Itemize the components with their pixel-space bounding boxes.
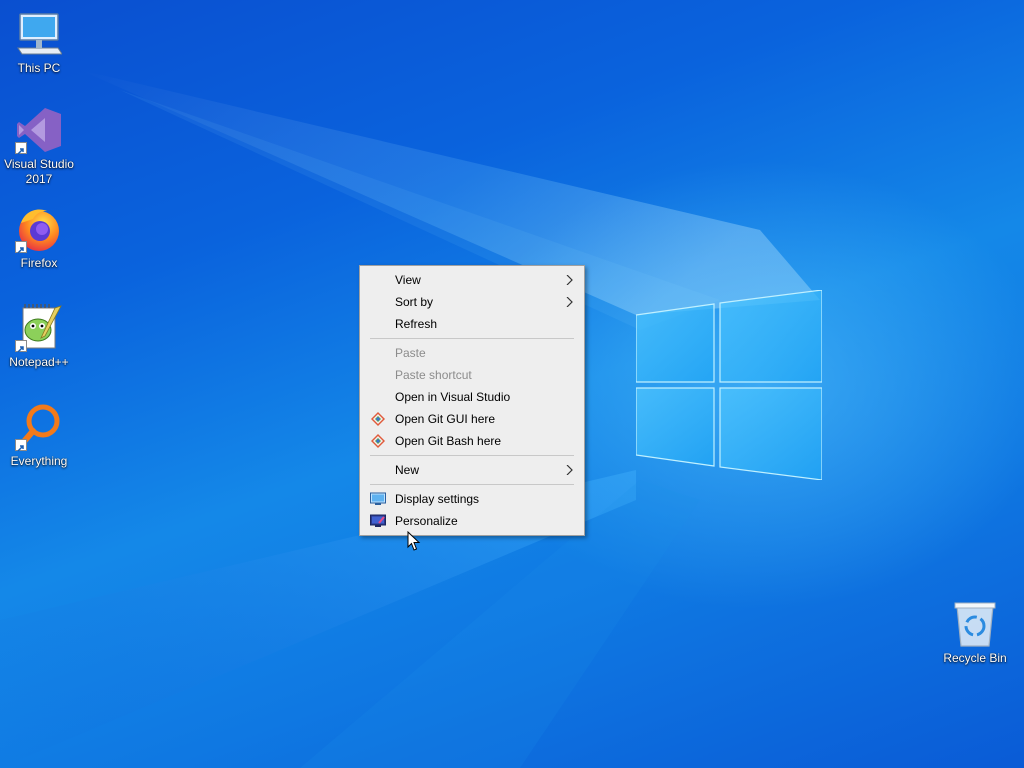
mouse-cursor-icon — [407, 531, 421, 551]
desktop-icon-label: Everything — [10, 454, 68, 468]
monitor-icon — [15, 10, 63, 58]
desktop-icon-label: Recycle Bin — [943, 651, 1007, 665]
desktop-icon-label: Visual Studio 2017 — [4, 157, 74, 186]
menu-separator — [370, 455, 574, 456]
git-icon — [371, 434, 385, 448]
desktop[interactable]: This PC Visual Studio 2017 Firefox Notep… — [0, 0, 1024, 768]
menu-item-sort-by[interactable]: Sort by — [362, 291, 582, 313]
menu-item-label: Open Git GUI here — [395, 412, 496, 426]
personalize-icon — [370, 514, 386, 527]
menu-item-new[interactable]: New — [362, 459, 582, 481]
shortcut-arrow-icon — [15, 241, 27, 254]
visual-studio-icon — [15, 106, 63, 155]
desktop-icon-visual-studio[interactable]: Visual Studio 2017 — [1, 106, 77, 187]
menu-item-open-git-bash[interactable]: Open Git Bash here — [362, 430, 582, 452]
windows-logo — [636, 290, 822, 480]
menu-item-paste-shortcut[interactable]: Paste shortcut — [362, 364, 582, 386]
menu-item-label: Refresh — [395, 317, 438, 331]
menu-item-personalize[interactable]: Personalize — [362, 510, 582, 532]
desktop-icon-notepad-plus-plus[interactable]: Notepad++ — [1, 304, 77, 370]
chevron-right-icon — [566, 297, 573, 307]
menu-item-paste[interactable]: Paste — [362, 342, 582, 364]
chevron-right-icon — [566, 275, 573, 285]
menu-separator — [370, 484, 574, 485]
desktop-icon-this-pc[interactable]: This PC — [1, 10, 77, 76]
menu-item-open-git-gui[interactable]: Open Git GUI here — [362, 408, 582, 430]
menu-item-label: Paste shortcut — [395, 368, 472, 382]
menu-item-label: Display settings — [395, 492, 480, 506]
menu-item-label: Paste — [395, 346, 426, 360]
menu-item-label: New — [395, 463, 420, 477]
menu-item-refresh[interactable]: Refresh — [362, 313, 582, 335]
firefox-icon — [15, 205, 63, 254]
shortcut-arrow-icon — [15, 142, 27, 155]
desktop-icon-label: Notepad++ — [9, 355, 69, 369]
desktop-icon-label: Firefox — [20, 256, 58, 270]
menu-item-label: Open Git Bash here — [395, 434, 502, 448]
menu-item-label: View — [395, 273, 421, 287]
menu-item-label: Personalize — [395, 514, 458, 528]
desktop-icon-firefox[interactable]: Firefox — [1, 205, 77, 271]
chevron-right-icon — [566, 465, 573, 475]
shortcut-arrow-icon — [15, 439, 27, 452]
menu-separator — [370, 338, 574, 339]
desktop-icon-label: This PC — [17, 61, 61, 75]
git-icon — [371, 412, 385, 426]
display-icon — [370, 492, 386, 505]
desktop-icon-everything[interactable]: Everything — [1, 403, 77, 469]
menu-item-label: Sort by — [395, 295, 434, 309]
notepad-plus-plus-icon — [15, 304, 63, 353]
menu-item-label: Open in Visual Studio — [395, 390, 511, 404]
magnifier-icon — [15, 403, 63, 452]
desktop-icon-recycle-bin[interactable]: Recycle Bin — [937, 600, 1013, 666]
menu-item-view[interactable]: View — [362, 269, 582, 291]
menu-item-open-in-visual-studio[interactable]: Open in Visual Studio — [362, 386, 582, 408]
shortcut-arrow-icon — [15, 340, 27, 353]
menu-item-display-settings[interactable]: Display settings — [362, 488, 582, 510]
recycle-bin-icon — [951, 600, 999, 648]
desktop-context-menu: View Sort by Refresh Paste Paste shortcu… — [359, 265, 585, 536]
